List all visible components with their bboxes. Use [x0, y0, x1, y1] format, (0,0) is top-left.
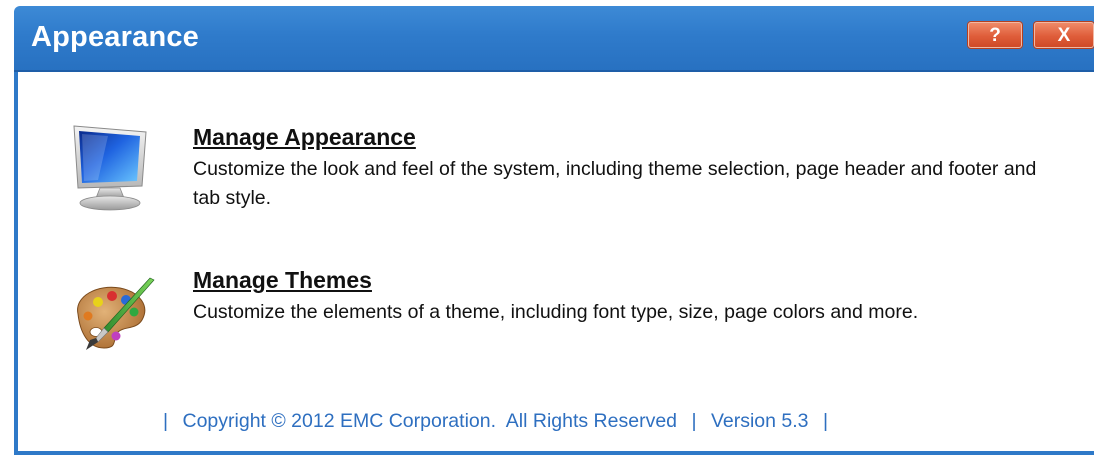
paint-palette-icon[interactable] [68, 276, 160, 352]
content-panel [14, 72, 1094, 455]
close-button[interactable]: X [1034, 22, 1094, 48]
manage-appearance-description: Customize the look and feel of the syste… [193, 158, 1037, 209]
footer-separator: | [691, 410, 697, 432]
manage-themes-description: Customize the elements of a theme, inclu… [193, 301, 919, 323]
version-text: Version 5.3 [710, 410, 809, 432]
footer-separator: | [822, 410, 829, 432]
monitor-icon[interactable] [68, 122, 156, 214]
appearance-dialog: Appearance ? X Manage Appearance Customi… [0, 0, 1094, 455]
title-bar: Appearance [14, 6, 1094, 72]
help-button[interactable]: ? [968, 22, 1022, 48]
footer-separator: | [163, 410, 169, 432]
window-title: Appearance [31, 21, 200, 53]
manage-themes-link[interactable]: Manage Themes [193, 267, 372, 294]
manage-appearance-link[interactable]: Manage Appearance [193, 124, 416, 151]
copyright-text: Copyright © 2012 EMC Corporation. All Ri… [182, 410, 678, 432]
